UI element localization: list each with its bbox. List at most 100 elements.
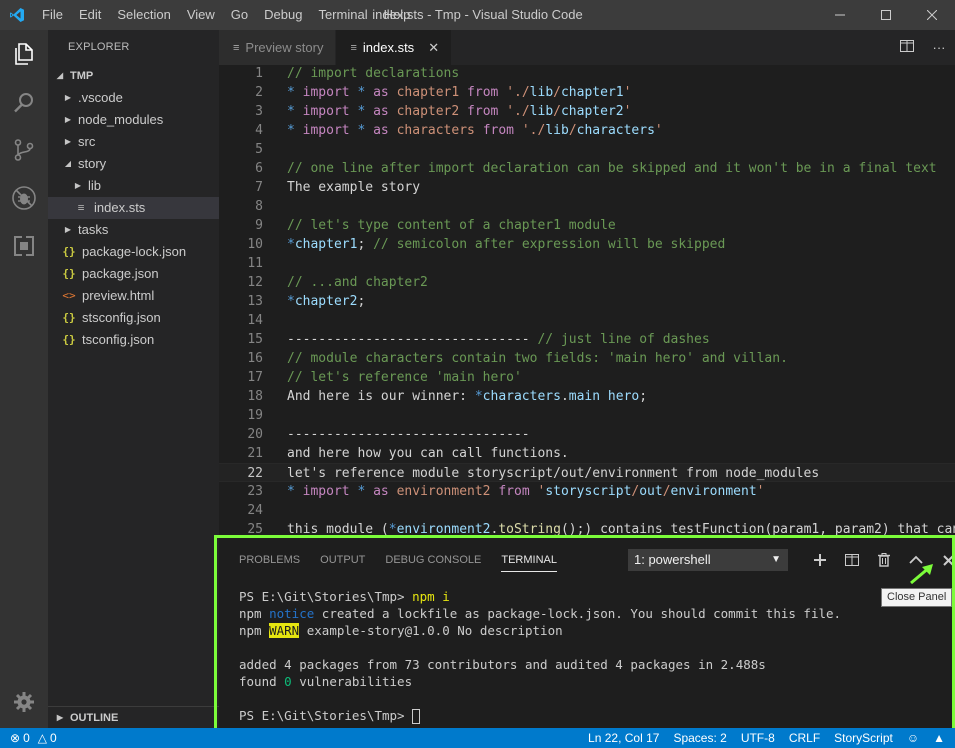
tree-item[interactable]: {} stsconfig.json [48,307,219,329]
debug-icon[interactable] [0,174,48,222]
plus-icon[interactable] [804,548,836,572]
code-line[interactable]: 6 // one line after import declaration ca… [219,159,955,178]
files-icon[interactable] [0,30,48,78]
code-line[interactable]: 7 The example story [219,178,955,197]
tree-item[interactable]: {} package.json [48,263,219,285]
status-right: Ln 22, Col 17 Spaces: 2 UTF-8 CRLF Story… [574,728,945,748]
code-line[interactable]: 16 // module characters contain two field… [219,349,955,368]
terminal-token: npm [239,606,270,621]
more-actions-icon[interactable]: ··· [923,40,955,55]
tree-item[interactable]: ▶ node_modules [48,109,219,131]
outline-section-header[interactable]: ▶ OUTLINE [48,706,219,728]
code-line[interactable]: 15 ------------------------------- // jus… [219,330,955,349]
window-controls [817,0,955,30]
language-mode[interactable]: StoryScript [834,728,893,748]
code-line[interactable]: 18 And here is our winner: *characters.ma… [219,387,955,406]
line-number: 23 [247,484,263,499]
maximize-button[interactable] [863,0,909,30]
tree-item[interactable]: ▶ lib [48,175,219,197]
tab-debug-console[interactable]: DEBUG CONSOLE [385,550,481,572]
terminal-output[interactable]: PS E:\Git\Stories\Tmp> npm i npm notice c… [239,588,841,724]
line-number: 18 [247,389,263,404]
code-line[interactable]: 20 ------------------------------- [219,425,955,444]
code-text: *chapter1; // semicolon after expression… [287,235,725,254]
chevron-right-icon: ▶ [74,181,82,190]
workspace-root-header[interactable]: ◢ TMP [48,65,219,87]
encoding[interactable]: UTF-8 [741,728,775,748]
code-line[interactable]: 14 [219,311,955,330]
code-text: and here how you can call functions. [287,444,569,463]
code-line[interactable]: 21 and here how you can call functions. [219,444,955,463]
menu-terminal[interactable]: Terminal [310,0,375,30]
code-token: * [474,389,483,404]
menu-file[interactable]: File [34,0,71,30]
code-line[interactable]: 17 // let's reference 'main hero' [219,368,955,387]
gear-icon[interactable] [0,678,48,726]
line-number: 8 [255,199,263,214]
terminal-select-value: 1: powershell [634,552,711,567]
code-line[interactable]: 25 this module (*environment2.toString();… [219,520,955,535]
menu-go[interactable]: Go [223,0,256,30]
code-line[interactable]: 5 [219,140,955,159]
search-icon[interactable] [0,78,48,126]
source-control-icon[interactable] [0,126,48,174]
code-token: . [560,389,569,404]
code-token: toString [498,522,561,535]
cursor-position[interactable]: Ln 22, Col 17 [588,728,659,748]
code-line[interactable]: 22 let's reference module storyscript/out… [219,463,955,482]
tree-item[interactable]: {} tsconfig.json [48,329,219,351]
status-problems[interactable]: ⊗ 0 △ 0 [10,728,57,748]
code-line[interactable]: 4 * import * as characters from './lib/ch… [219,121,955,140]
close-window-button[interactable] [909,0,955,30]
indentation[interactable]: Spaces: 2 [673,728,726,748]
code-editor[interactable]: 1 // import declarations 2 * import * as ch… [219,65,955,535]
code-token: ' [756,484,765,499]
terminal-select[interactable]: 1: powershell ▼ [628,549,788,571]
code-line[interactable]: 12 // ...and chapter2 [219,273,955,292]
code-line[interactable]: 1 // import declarations [219,65,955,83]
tree-item[interactable]: ▶ src [48,131,219,153]
code-token: ' [654,123,663,138]
code-line[interactable]: 11 [219,254,955,273]
tab-preview-story[interactable]: ≡ Preview story [219,30,337,65]
extensions-icon[interactable] [0,222,48,270]
tab-index-sts[interactable]: ≡ index.sts ✕ [336,30,453,65]
code-line[interactable]: 19 [219,406,955,425]
code-line[interactable]: 24 [219,501,955,520]
trash-icon[interactable] [868,548,900,572]
tree-item[interactable]: <> preview.html [48,285,219,307]
menu-edit[interactable]: Edit [71,0,109,30]
code-line[interactable]: 10 *chapter1; // semicolon after expressi… [219,235,955,254]
tree-item[interactable]: ◢ story [48,153,219,175]
menu-help[interactable]: Help [376,0,419,30]
menu-view[interactable]: View [179,0,223,30]
code-line[interactable]: 9 // let's type content of a chapter1 mod… [219,216,955,235]
split-editor-icon[interactable] [891,40,923,55]
code-line[interactable]: 23 * import * as environment2 from 'story… [219,482,955,501]
code-token: // ...and chapter2 [287,275,428,290]
close-tab-icon[interactable]: ✕ [428,40,439,56]
menu-debug[interactable]: Debug [256,0,310,30]
menu-selection[interactable]: Selection [109,0,178,30]
tree-item[interactable]: ≡ index.sts [48,197,219,219]
end-of-line[interactable]: CRLF [789,728,820,748]
close-panel-tooltip: Close Panel [881,588,953,607]
code-line[interactable]: 3 * import * as chapter2 from './lib/chap… [219,102,955,121]
code-line[interactable]: 2 * import * as chapter1 from './lib/chap… [219,83,955,102]
minimize-button[interactable] [817,0,863,30]
tab-problems[interactable]: PROBLEMS [239,550,300,572]
feedback-icon[interactable]: ☺ [907,728,919,748]
tree-item[interactable]: ▶ .vscode [48,87,219,109]
tab-output[interactable]: OUTPUT [320,550,365,572]
tree-item[interactable]: ▶ tasks [48,219,219,241]
panel-tabs: PROBLEMS OUTPUT DEBUG CONSOLE TERMINAL [239,550,577,572]
split-icon[interactable] [836,548,868,572]
code-line[interactable]: 8 [219,197,955,216]
code-line[interactable]: 13 *chapter2; [219,292,955,311]
bell-icon[interactable]: ▲ [933,728,945,748]
tab-terminal[interactable]: TERMINAL [501,550,557,572]
tree-item[interactable]: {} package-lock.json [48,241,219,263]
